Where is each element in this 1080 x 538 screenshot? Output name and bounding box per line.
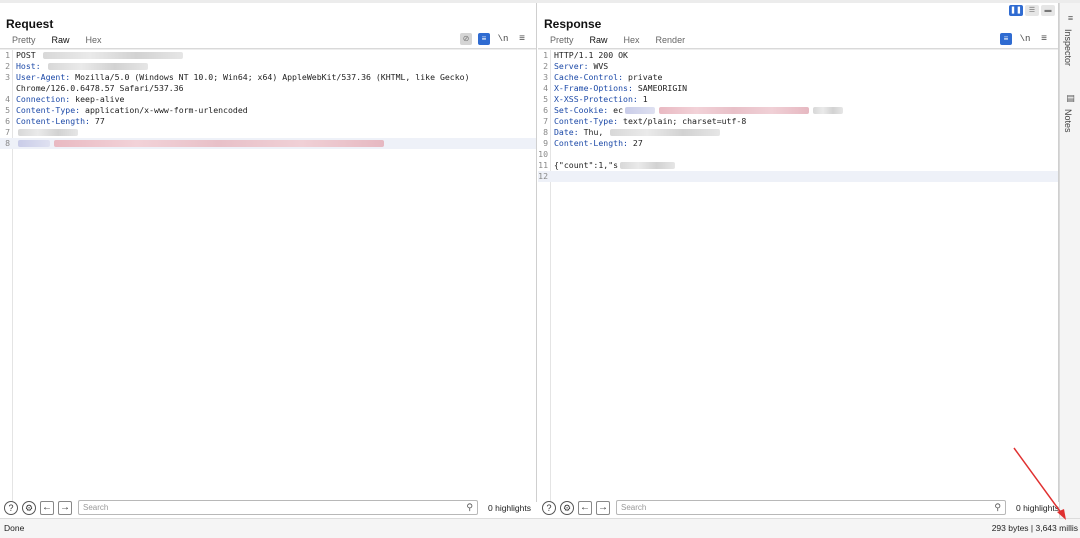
gear-icon[interactable]: ⚙ [22,500,36,515]
newline-icon[interactable]: \n [1018,33,1032,45]
response-line: 11 {"count":1,"s [538,160,1058,171]
request-search-bar: ? ⚙ ← → ⚲ 0 highlights [0,499,537,516]
arrow-right-icon[interactable]: → [58,500,72,515]
request-line: 7 [0,127,536,138]
request-tabs: Pretty Raw Hex [4,33,110,50]
response-line: 2 Server: WVS [543,61,609,71]
request-title: Request [6,17,54,31]
gear-icon[interactable]: ⚙ [560,500,574,515]
request-tab-pretty[interactable]: Pretty [4,33,44,48]
sidebar-item-notes[interactable]: ▤ Notes [1060,93,1080,143]
request-line: 3 User-Agent: Mozilla/5.0 (Windows NT 10… [5,72,470,82]
response-line: 4 X-Frame-Options: SAMEORIGIN [543,83,688,93]
sidebar-item-inspector[interactable]: ≡ Inspector [1060,13,1080,73]
request-line: 8 [0,138,536,149]
response-tab-pretty[interactable]: Pretty [542,33,582,48]
response-tab-render[interactable]: Render [648,33,694,48]
layout-toggles: ❚❚ ☰ ▬ [1009,5,1055,16]
arrow-right-icon[interactable]: → [596,500,610,515]
request-highlights-count: 0 highlights [488,502,532,513]
split-horizontal-icon[interactable]: ❚❚ [1009,5,1023,16]
response-highlights-count: 0 highlights [1015,502,1059,513]
sidebar-label-notes: Notes [1063,109,1073,133]
response-line: 9 Content-Length: 27 [543,138,643,148]
response-search-box: ⚲ [616,500,1006,515]
request-editor[interactable]: 1 POST 2 Host: 3 User-Agent: Mozilla/5.0… [0,49,536,502]
search-icon[interactable]: ⚲ [466,501,473,514]
response-line: 6 Set-Cookie: ec [538,105,1058,116]
response-search-input[interactable] [617,501,1005,514]
request-search-box: ⚲ [78,500,478,515]
request-line: 1 POST [0,50,536,61]
search-icon[interactable]: ⚲ [994,501,1001,514]
tabs-layout-icon[interactable]: ▬ [1041,5,1055,16]
response-tabs: Pretty Raw Hex Render [542,33,694,50]
split-vertical-icon[interactable]: ☰ [1025,5,1039,16]
request-pane: Request Pretty Raw Hex ⊘ ≡ \n ≡ 1 POST 2… [0,3,537,502]
request-line: 5 Content-Type: application/x-www-form-u… [5,105,248,115]
response-toolbar: ≡ \n ≡ [1000,33,1050,45]
help-icon[interactable]: ? [4,500,18,515]
hide-icon[interactable]: ⊘ [460,33,472,45]
inspector-icon: ≡ [1067,13,1074,23]
notes-icon: ▤ [1066,93,1075,103]
response-editor[interactable]: 1 HTTP/1.1 200 OK 2 Server: WVS 3 Cache-… [538,49,1058,502]
response-line: 7 Content-Type: text/plain; charset=utf-… [543,116,747,126]
response-title: Response [544,17,602,31]
help-icon[interactable]: ? [542,500,556,515]
request-toolbar: ⊘ ≡ \n ≡ [460,33,528,45]
newline-icon[interactable]: \n [496,33,510,45]
response-size-timing: 293 bytes | 3,643 millis [991,523,1078,533]
request-tab-raw[interactable]: Raw [44,33,78,50]
menu-icon[interactable]: ≡ [1038,33,1050,45]
request-line: Chrome/126.0.6478.57 Safari/537.36 [16,83,184,93]
response-line: 10 [538,149,548,159]
response-search-bar: ? ⚙ ← → ⚲ 0 highlights [538,499,1059,516]
status-bar: Done 293 bytes | 3,643 millis [0,518,1080,538]
response-line: 3 Cache-Control: private [543,72,663,82]
response-line: 12 [538,171,1058,182]
wrap-icon[interactable]: ≡ [478,33,490,45]
request-line: 4 Connection: keep-alive [5,94,125,104]
arrow-left-icon[interactable]: ← [578,500,592,515]
sidebar-label-inspector: Inspector [1063,29,1073,67]
request-line: 2 Host: [0,61,536,72]
response-tab-raw[interactable]: Raw [582,33,616,50]
response-pane: Response Pretty Raw Hex Render ≡ \n ≡ 1 … [538,3,1059,502]
response-line: 8 Date: Thu, [538,127,1058,138]
wrap-icon[interactable]: ≡ [1000,33,1012,45]
request-line: 6 Content-Length: 77 [5,116,105,126]
menu-icon[interactable]: ≡ [516,33,528,45]
inspector-sidebar: ≡ Inspector ▤ Notes [1059,3,1080,518]
arrow-left-icon[interactable]: ← [40,500,54,515]
request-search-input[interactable] [79,501,477,514]
response-line: 1 HTTP/1.1 200 OK [543,50,628,60]
response-line: 5 X-XSS-Protection: 1 [543,94,648,104]
request-tab-hex[interactable]: Hex [78,33,110,48]
response-tab-hex[interactable]: Hex [616,33,648,48]
status-text: Done [4,523,25,533]
